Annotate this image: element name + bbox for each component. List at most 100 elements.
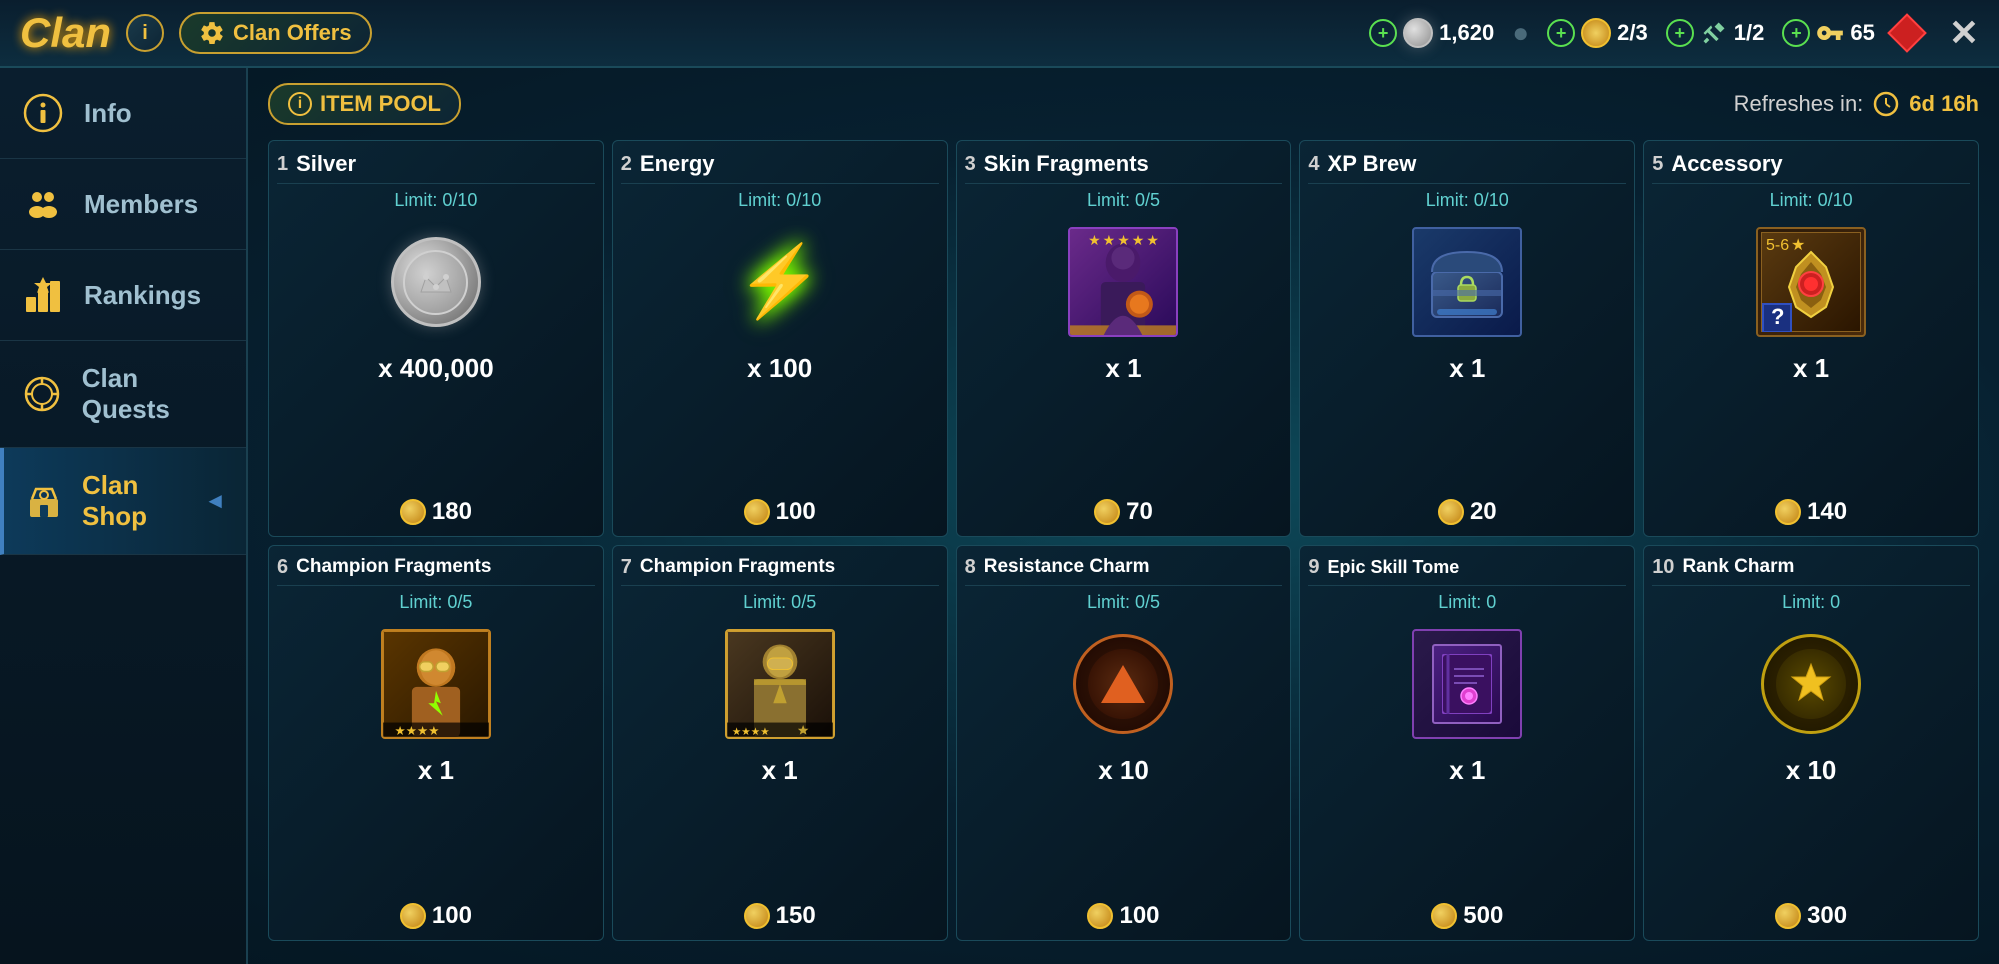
refresh-info: Refreshes in: 6d 16h: [1734, 91, 1979, 117]
item-6-quantity: x 1: [418, 755, 454, 786]
item-4-image: [1412, 227, 1522, 337]
close-button[interactable]: ✕: [1949, 12, 1979, 54]
shop-item-4[interactable]: 4 XP Brew Limit: 0/10: [1299, 140, 1635, 537]
triangle-icon: [1101, 665, 1145, 703]
sidebar-clan-quests-label: Clan Quests: [82, 363, 226, 425]
coin-icon-7: [744, 903, 770, 929]
add-key-button[interactable]: +: [1782, 19, 1810, 47]
silver-value: 1,620: [1439, 20, 1494, 46]
item-1-image: [381, 227, 491, 337]
sword-currency: + 1/2: [1666, 19, 1765, 47]
divider: [1308, 183, 1626, 184]
shop-item-2[interactable]: 2 Energy Limit: 0/10 ⚡ x 100 100: [612, 140, 948, 537]
item-9-price: 500: [1431, 902, 1503, 930]
coin-icon-1: [400, 499, 426, 525]
item-1-quantity: x 400,000: [378, 353, 494, 384]
item-3-price-value: 70: [1126, 498, 1153, 526]
lightning-icon: ⚡: [736, 241, 823, 323]
top-bar: Clan i Clan Offers + 1,620 ● + 2/3 +: [0, 0, 1999, 68]
shop-item-1[interactable]: 1 Silver Limit: 0/10 x 400: [268, 140, 604, 537]
rankings-icon: [20, 272, 66, 318]
item-2-image: ⚡: [725, 227, 835, 337]
divider: [1308, 585, 1626, 586]
item-pool-header: i ITEM POOL Refreshes in: 6d 16h: [268, 83, 1979, 125]
divider: [965, 585, 1283, 586]
item-8-name: Resistance Charm: [984, 556, 1283, 578]
skin-stars: ★ ★ ★ ★ ★: [1088, 232, 1159, 249]
sidebar-item-clan-quests[interactable]: Clan Quests: [0, 341, 246, 448]
divider: [1652, 183, 1970, 184]
xp-brew-icon: [1412, 227, 1522, 337]
diamond-icon: [1887, 13, 1927, 53]
clock-icon: [1873, 91, 1899, 117]
sidebar-rankings-label: Rankings: [84, 280, 201, 311]
divider: [965, 183, 1283, 184]
top-bar-left: Clan i Clan Offers: [20, 9, 372, 57]
item-1-number: 1: [277, 153, 288, 176]
champ1-svg: ★★★★: [725, 631, 835, 737]
item-1-price-value: 180: [432, 498, 472, 526]
refreshes-label: Refreshes in:: [1734, 91, 1864, 117]
key-icon: [1816, 19, 1844, 47]
shop-item-6[interactable]: 6 Champion Fragments Limit: 0/5: [268, 545, 604, 942]
champion-1-portrait: ★★★★: [725, 629, 835, 739]
item-8-image: [1068, 629, 1178, 739]
item-8-number: 8: [965, 556, 976, 579]
item-10-number: 10: [1652, 556, 1674, 579]
add-quest-button[interactable]: +: [1547, 19, 1575, 47]
sidebar-item-rankings[interactable]: Rankings: [0, 250, 246, 341]
key-currency: + 65: [1782, 19, 1874, 47]
diamond-currency: [1893, 19, 1921, 47]
item-8-price-value: 100: [1119, 902, 1159, 930]
key-value: 65: [1850, 20, 1874, 46]
sidebar-item-members[interactable]: Members: [0, 159, 246, 250]
divider: [277, 183, 595, 184]
item-9-limit: Limit: 0: [1438, 592, 1496, 613]
clan-shop-icon: [24, 478, 64, 524]
item-3-quantity: x 1: [1105, 353, 1141, 384]
shop-item-5[interactable]: 5 Accessory Limit: 0/10: [1643, 140, 1979, 537]
item-2-name: Energy: [640, 151, 939, 177]
quest-coin-icon: [1581, 18, 1611, 48]
item-7-limit: Limit: 0/5: [743, 592, 816, 613]
info-button[interactable]: i: [126, 14, 164, 52]
add-silver-button[interactable]: +: [1369, 19, 1397, 47]
svg-text:★: ★: [1791, 237, 1805, 254]
shop-item-3[interactable]: 3 Skin Fragments Limit: 0/5: [956, 140, 1292, 537]
item-6-number: 6: [277, 556, 288, 579]
refresh-timer: 6d 16h: [1909, 91, 1979, 117]
clan-offers-label: Clan Offers: [233, 20, 352, 46]
divider: [621, 585, 939, 586]
clan-offers-button[interactable]: Clan Offers: [179, 12, 372, 54]
item-5-name: Accessory: [1671, 151, 1970, 177]
item-3-price: 70: [1094, 498, 1153, 526]
shop-item-10[interactable]: 10 Rank Charm Limit: 0 x 10 300: [1643, 545, 1979, 942]
coin-icon-4: [1438, 499, 1464, 525]
item-7-quantity: x 1: [762, 755, 798, 786]
item-3-number: 3: [965, 153, 976, 176]
item-7-price: 150: [744, 902, 816, 930]
item-9-number: 9: [1308, 556, 1319, 579]
item-3-name: Skin Fragments: [984, 151, 1283, 177]
add-sword-button[interactable]: +: [1666, 19, 1694, 47]
svg-text:★★★★: ★★★★: [732, 726, 770, 737]
sidebar-item-clan-shop[interactable]: Clan Shop ◄: [0, 448, 246, 555]
shop-item-9[interactable]: 9 Epic Skill Tome Limit: 0: [1299, 545, 1635, 942]
sword-value: 1/2: [1734, 20, 1765, 46]
svg-text:?: ?: [1771, 304, 1784, 329]
shop-item-7[interactable]: 7 Champion Fragments Limit: 0/5: [612, 545, 948, 942]
sidebar-item-info[interactable]: Info: [0, 68, 246, 159]
coin-icon-3: [1094, 499, 1120, 525]
item-10-price: 300: [1775, 902, 1847, 930]
sidebar-members-label: Members: [84, 189, 198, 220]
item-7-price-value: 150: [776, 902, 816, 930]
item-8-quantity: x 10: [1098, 755, 1149, 786]
top-bar-right: + 1,620 ● + 2/3 + 1/2 + 65: [1369, 12, 1979, 54]
crown-svg: [416, 262, 456, 302]
shop-item-6-header: 6 Champion Fragments: [277, 556, 595, 579]
item-8-price: 100: [1087, 902, 1159, 930]
item-9-quantity: x 1: [1449, 755, 1485, 786]
item-5-price-value: 140: [1807, 498, 1847, 526]
item-7-number: 7: [621, 556, 632, 579]
shop-item-8[interactable]: 8 Resistance Charm Limit: 0/5 x 10 100: [956, 545, 1292, 942]
